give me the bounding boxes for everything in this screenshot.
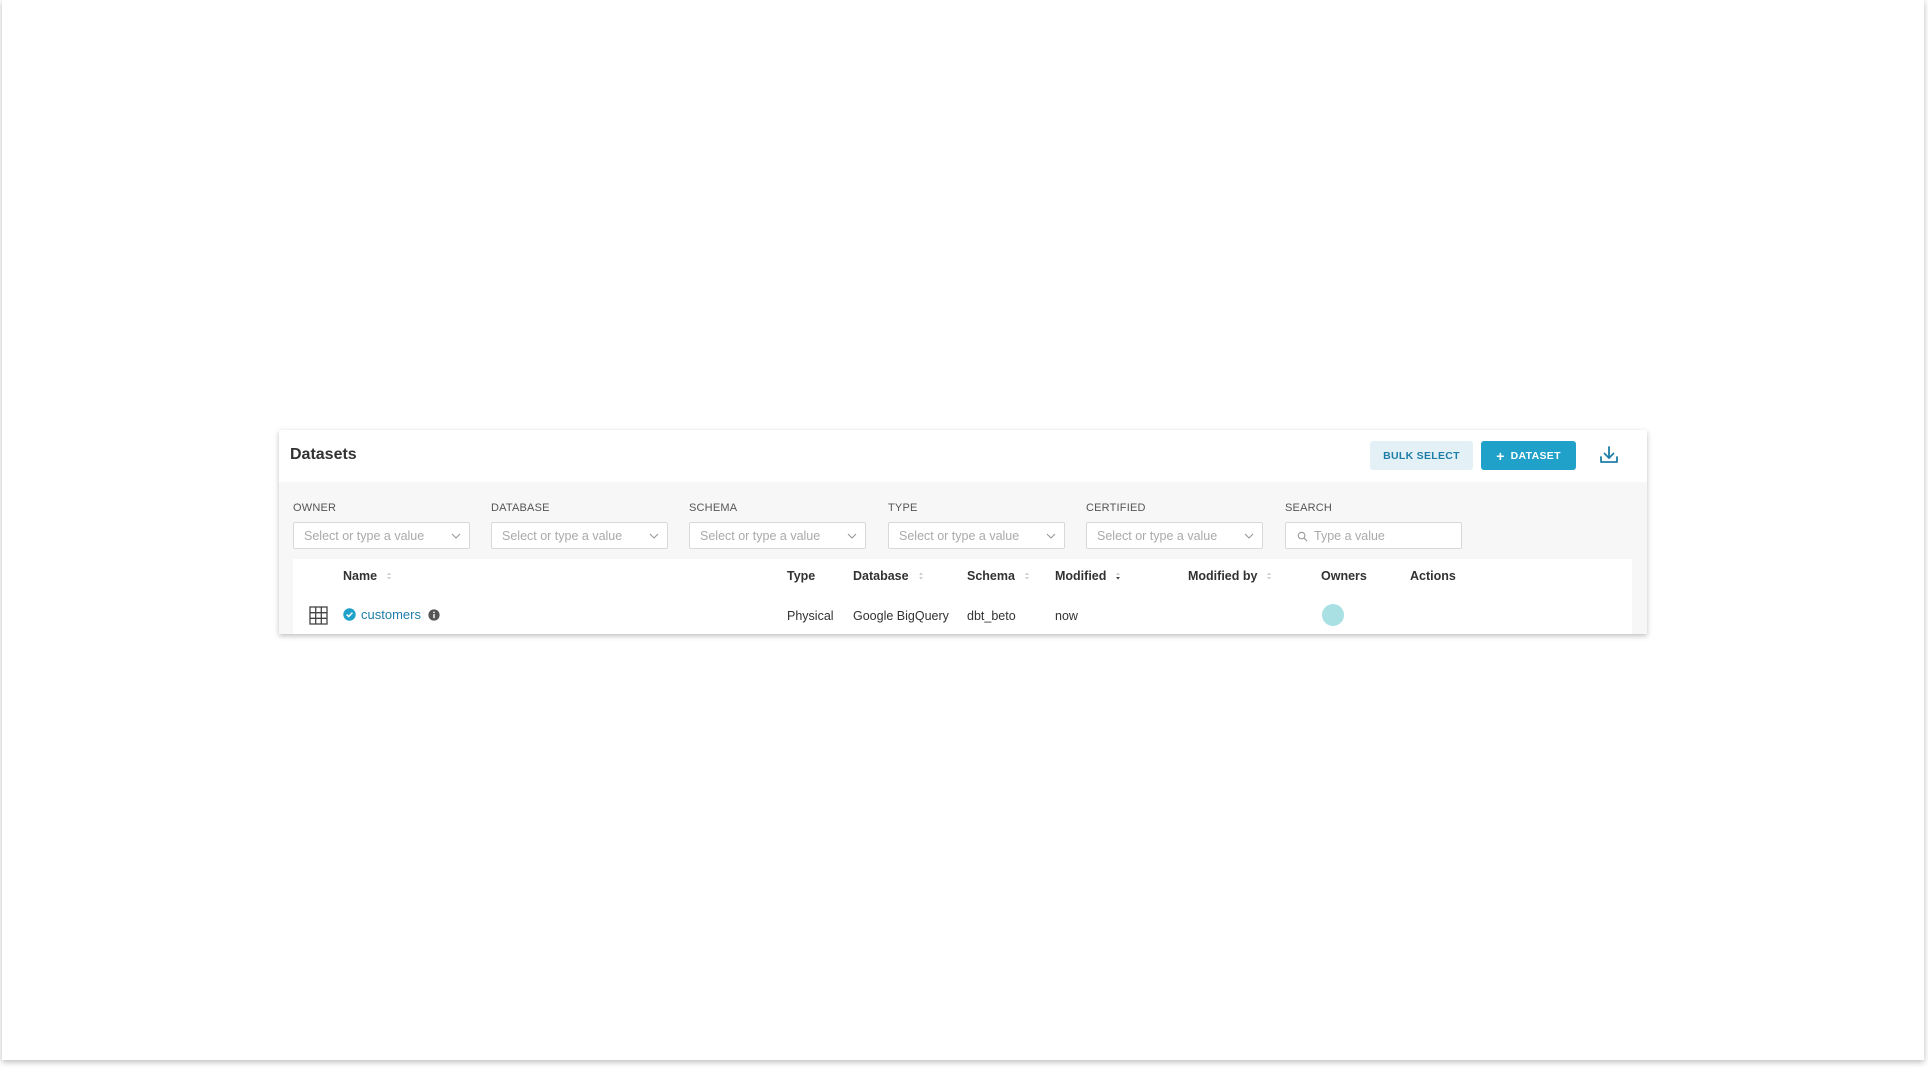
database-select[interactable]: Select or type a value [491, 522, 668, 549]
add-dataset-label: DATASET [1510, 449, 1561, 462]
cell-modified: now [1055, 609, 1078, 623]
search-icon [1297, 531, 1308, 542]
column-header-type: Type [787, 569, 815, 583]
sort-icon [918, 572, 923, 580]
column-header-schema[interactable]: Schema [967, 569, 1030, 583]
column-label: Modified by [1188, 569, 1258, 583]
chevron-down-icon [1046, 533, 1056, 539]
schema-filter: SCHEMA Select or type a value [689, 502, 866, 549]
select-placeholder: Select or type a value [700, 529, 821, 543]
sort-desc-icon [1116, 572, 1121, 580]
sort-icon [387, 572, 392, 580]
filter-label: TYPE [888, 502, 918, 514]
cell-type: Physical [787, 609, 834, 623]
column-label: Database [853, 569, 909, 583]
chevron-down-icon [847, 533, 857, 539]
select-placeholder: Select or type a value [899, 529, 1020, 543]
filter-label: DATABASE [491, 502, 550, 514]
sort-icon [1024, 572, 1029, 580]
panel-header: Datasets BULK SELECT + DATASET [279, 430, 1647, 482]
owner-filter: OWNER Select or type a value [293, 502, 470, 549]
owner-avatar[interactable] [1322, 604, 1344, 626]
schema-select[interactable]: Select or type a value [689, 522, 866, 549]
add-dataset-button[interactable]: + DATASET [1481, 441, 1576, 470]
column-header-modified[interactable]: Modified [1055, 569, 1121, 583]
search-placeholder: Type a value [1314, 529, 1385, 543]
column-label: Type [787, 569, 816, 583]
sort-icon [1267, 572, 1272, 580]
search-input[interactable]: Type a value [1285, 522, 1462, 549]
type-filter: TYPE Select or type a value [888, 502, 1065, 549]
chevron-down-icon [649, 533, 659, 539]
bulk-select-label: BULK SELECT [1383, 449, 1460, 462]
filter-label: CERTIFIED [1086, 502, 1146, 514]
filter-label: SEARCH [1285, 502, 1333, 514]
cell-schema: dbt_beto [967, 609, 1016, 623]
select-placeholder: Select or type a value [304, 529, 425, 543]
column-label: Name [343, 569, 378, 583]
select-placeholder: Select or type a value [1097, 529, 1218, 543]
datasets-table: Name Type Database Schema Modified Modif… [293, 559, 1632, 634]
column-label: Owners [1321, 569, 1367, 583]
column-header-actions: Actions [1410, 569, 1456, 583]
column-header-name[interactable]: Name [343, 569, 392, 583]
page-title: Datasets [290, 446, 357, 463]
certified-select[interactable]: Select or type a value [1086, 522, 1263, 549]
certified-icon [343, 608, 356, 621]
column-label: Actions [1410, 569, 1456, 583]
filter-label: OWNER [293, 502, 337, 514]
chevron-down-icon [1244, 533, 1254, 539]
bulk-select-button[interactable]: BULK SELECT [1370, 441, 1473, 470]
column-label: Modified [1055, 569, 1107, 583]
column-label: Schema [967, 569, 1015, 583]
plus-icon: + [1496, 447, 1505, 464]
certified-filter: CERTIFIED Select or type a value [1086, 502, 1263, 549]
dataset-name-link[interactable]: customers [361, 607, 421, 622]
chevron-down-icon [451, 533, 461, 539]
download-icon[interactable] [1597, 443, 1621, 467]
info-icon[interactable] [428, 609, 440, 621]
column-header-owners: Owners [1321, 569, 1367, 583]
select-placeholder: Select or type a value [502, 529, 623, 543]
type-select[interactable]: Select or type a value [888, 522, 1065, 549]
owner-select[interactable]: Select or type a value [293, 522, 470, 549]
column-header-database[interactable]: Database [853, 569, 924, 583]
database-filter: DATABASE Select or type a value [491, 502, 668, 549]
column-header-modified-by[interactable]: Modified by [1188, 569, 1272, 583]
search-filter: SEARCH Type a value [1285, 502, 1462, 549]
cell-database: Google BigQuery [853, 609, 949, 623]
filter-label: SCHEMA [689, 502, 738, 514]
table-icon [309, 606, 328, 625]
